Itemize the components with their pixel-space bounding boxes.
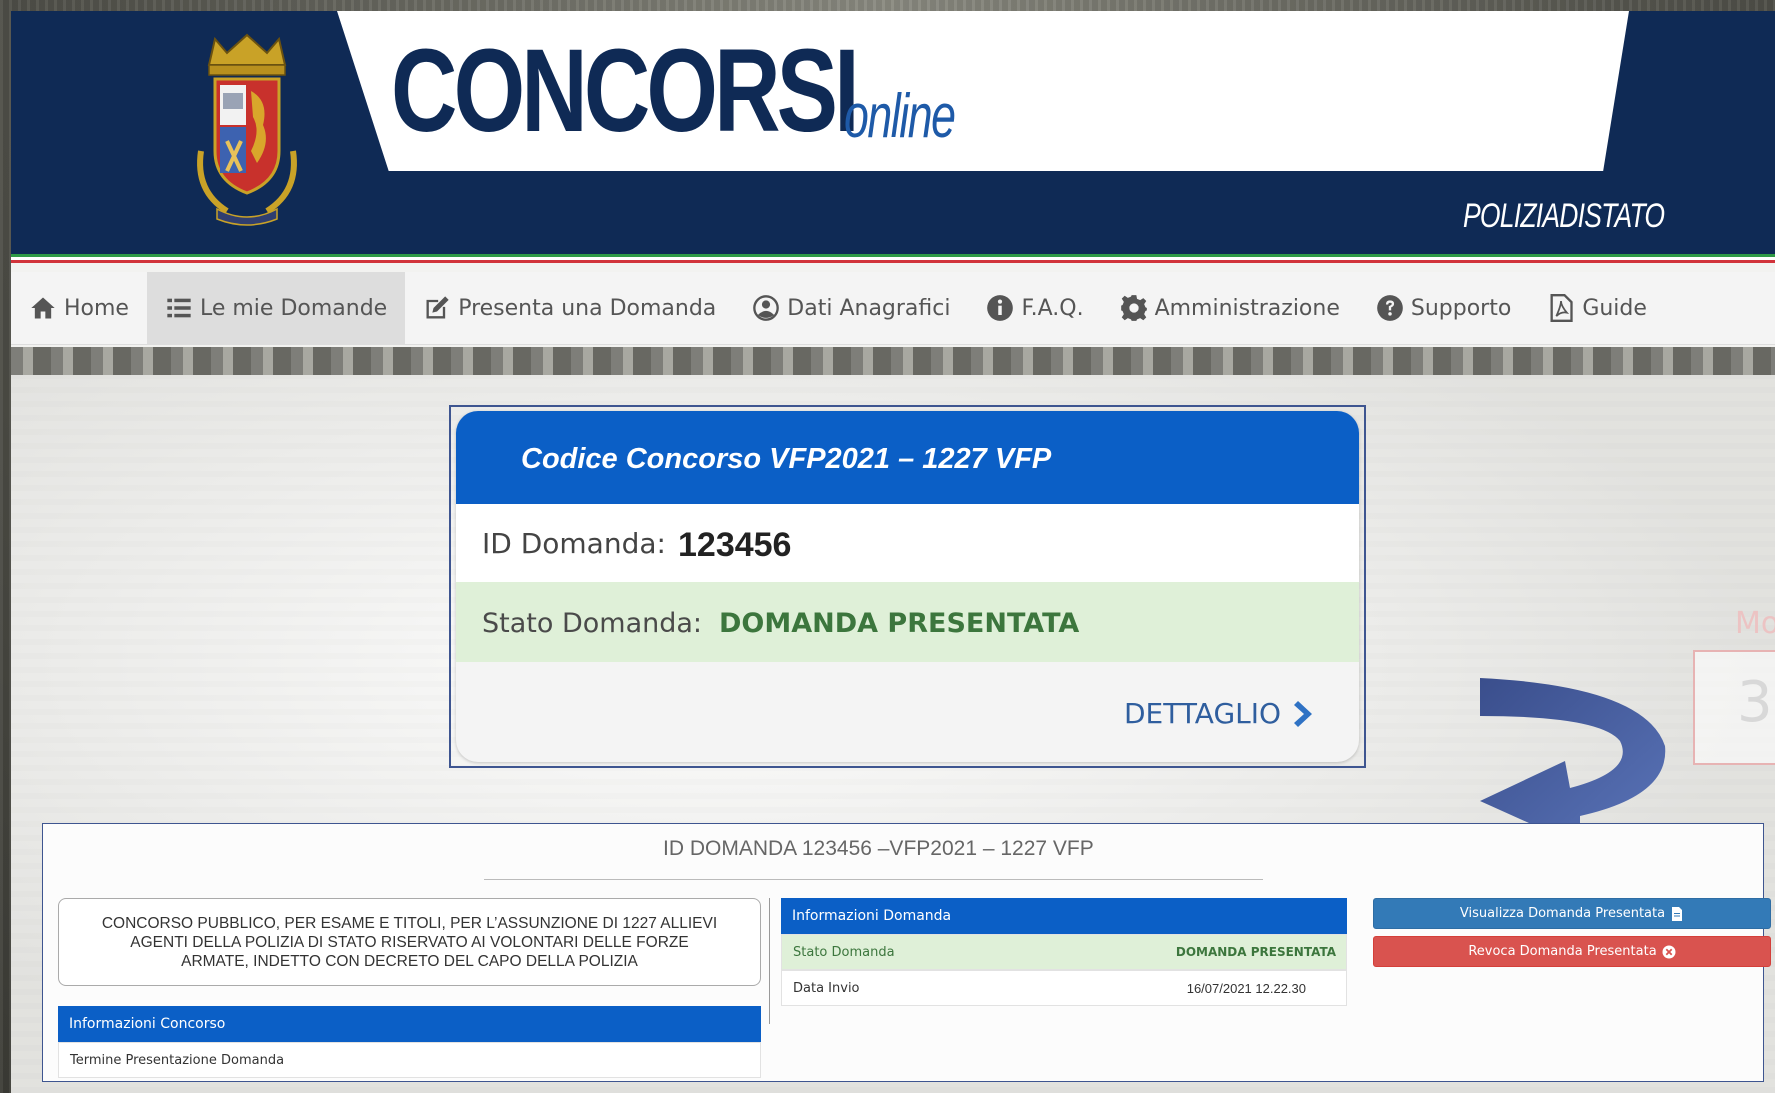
site-title[interactable]: CONCORSI	[391, 21, 860, 163]
concorso-description: CONCORSO PUBBLICO, PER ESAME E TITOLI, P…	[58, 898, 761, 986]
chevron-right-icon	[1294, 700, 1313, 727]
site-header: CONCORSI online POLIZIADISTATO	[11, 11, 1775, 254]
edit-icon	[426, 296, 449, 319]
police-emblem-logo[interactable]	[187, 31, 307, 231]
nav-faq[interactable]: F.A.Q.	[968, 272, 1101, 345]
gear-icon	[1120, 295, 1147, 321]
card-id-row: ID Domanda: 123456	[456, 504, 1359, 582]
info-concorso-header: Informazioni Concorso	[58, 1006, 761, 1042]
id-domanda-label: ID Domanda:	[482, 527, 666, 560]
panel-divider	[484, 879, 1263, 880]
nav-label: Presenta una Domanda	[458, 295, 717, 321]
nav-dati-anagrafici[interactable]: Dati Anagrafici	[734, 272, 968, 345]
column-divider	[769, 898, 770, 1024]
panel-title: ID DOMANDA 123456 –VFP2021 – 1227 VFP	[663, 837, 1094, 860]
nav-label: Home	[64, 295, 129, 321]
nav-label: Le mie Domande	[199, 295, 388, 321]
dettaglio-link[interactable]: DETTAGLIO	[1124, 697, 1317, 730]
card-status-row: Stato Domanda: DOMANDA PRESENTATA	[456, 582, 1359, 662]
hall-photo-strip	[11, 347, 1775, 375]
italian-tricolor-stripe	[11, 254, 1775, 264]
stato-domanda-row: Stato Domanda DOMANDA PRESENTATA	[781, 934, 1347, 970]
user-circle-icon	[753, 295, 780, 321]
data-invio-row: Data Invio 16/07/2021 12.22.30	[781, 970, 1347, 1006]
stato-domanda-value: DOMANDA PRESENTATA	[1175, 945, 1336, 959]
nav-label: Supporto	[1410, 295, 1512, 321]
nav-label: Dati Anagrafici	[787, 295, 951, 321]
nav-home[interactable]: Home	[11, 272, 147, 345]
nav-label: Guide	[1582, 295, 1647, 321]
stato-domanda-value: DOMANDA PRESENTATA	[719, 608, 1080, 639]
main-navigation: Home Le mie Domande Presenta una Domanda…	[11, 271, 1775, 345]
dettaglio-label: DETTAGLIO	[1124, 697, 1282, 730]
document-icon	[1672, 906, 1683, 921]
nav-supporto[interactable]: Supporto	[1358, 272, 1529, 345]
nav-amministrazione[interactable]: Amministrazione	[1102, 272, 1358, 345]
card-header: Codice Concorso VFP2021 – 1227 VFP	[456, 411, 1359, 504]
info-domanda-header: Informazioni Domanda	[781, 898, 1347, 934]
domanda-detail-panel: ID DOMANDA 123456 –VFP2021 – 1227 VFP CO…	[42, 823, 1771, 1082]
home-icon	[31, 297, 55, 319]
question-icon	[1377, 295, 1403, 321]
nav-label: F.A.Q.	[1021, 295, 1084, 321]
codice-concorso-title: Codice Concorso VFP2021 – 1227 VFP	[521, 443, 1052, 475]
id-domanda-value: 123456	[678, 526, 792, 564]
nav-le-mie-domande[interactable]: Le mie Domande	[146, 271, 406, 345]
nav-label: Amministrazione	[1154, 295, 1340, 321]
visualizza-domanda-button[interactable]: Visualizza Domanda Presentata	[1373, 898, 1771, 929]
cutoff-text: Mo	[1735, 606, 1775, 641]
cutoff-number: 3	[1737, 670, 1773, 735]
termine-presentazione-row: Termine Presentazione Domanda	[58, 1042, 761, 1078]
site-subtitle: online	[844, 82, 956, 151]
data-invio-value: 16/07/2021 12.22.30	[1186, 980, 1306, 996]
visualizza-domanda-label: Visualizza Domanda Presentata	[1459, 906, 1666, 921]
stato-domanda-label: Stato Domanda:	[482, 608, 703, 639]
polizia-di-stato-brand: POLIZIADISTATO	[1463, 197, 1665, 235]
termine-presentazione-label: Termine Presentazione Domanda	[70, 1052, 285, 1068]
domanda-card[interactable]: Codice Concorso VFP2021 – 1227 VFP ID Do…	[456, 411, 1359, 762]
data-invio-label: Data Invio	[793, 980, 860, 996]
stato-domanda-label: Stato Domanda	[793, 944, 895, 960]
list-icon	[167, 298, 191, 318]
info-icon	[987, 295, 1014, 321]
pdf-icon	[1550, 294, 1573, 322]
remove-circle-icon	[1662, 945, 1676, 958]
nav-guide[interactable]: Guide	[1529, 272, 1665, 345]
nav-presenta-domanda[interactable]: Presenta una Domanda	[405, 272, 734, 345]
revoca-domanda-label: Revoca Domanda Presentata	[1468, 944, 1657, 959]
revoca-domanda-button[interactable]: Revoca Domanda Presentata	[1373, 936, 1771, 967]
